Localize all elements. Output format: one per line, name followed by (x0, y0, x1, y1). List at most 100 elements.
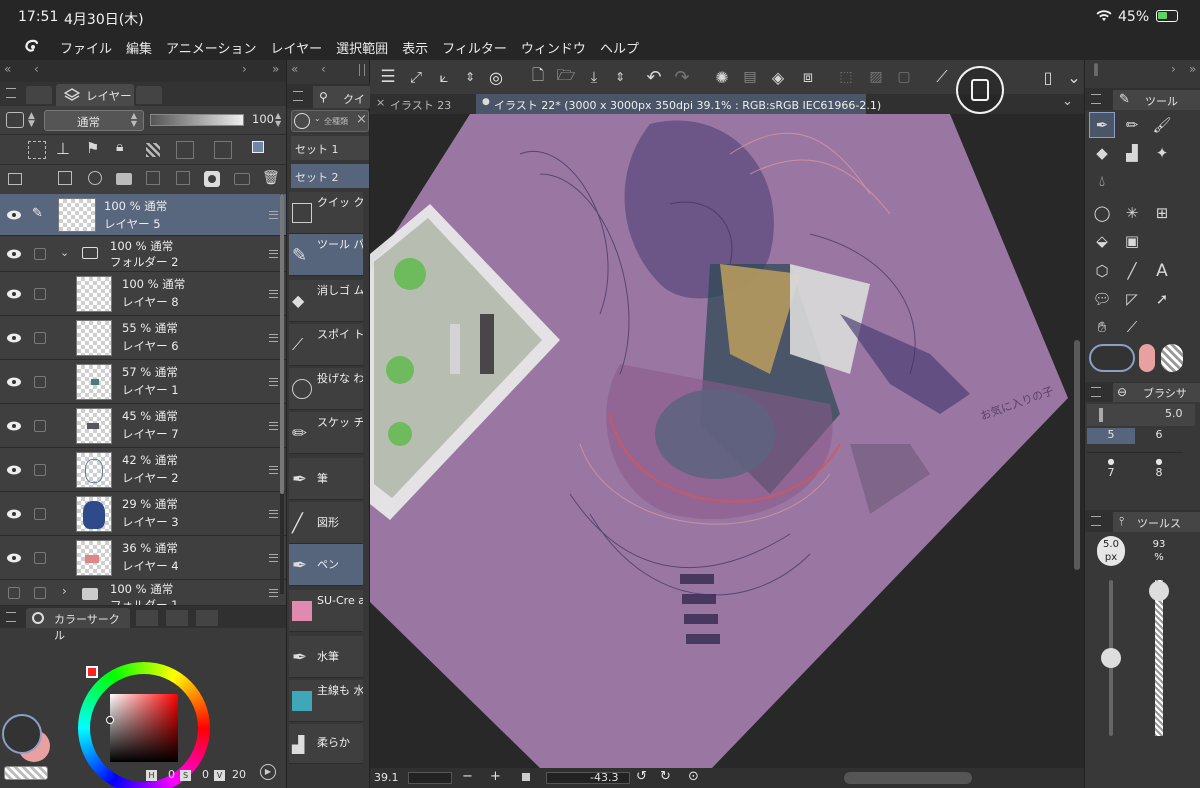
loading-spinner-icon[interactable]: ✺ (708, 63, 736, 91)
fill-tool-icon[interactable]: ⬙ (1089, 228, 1115, 254)
menu-layer[interactable]: レイヤー (271, 38, 323, 57)
layer-checkbox[interactable] (34, 375, 46, 388)
main-color-chip[interactable] (1089, 344, 1135, 372)
chevron-down-icon[interactable]: ⌄ (60, 246, 69, 259)
layer-checkbox[interactable] (34, 287, 46, 300)
stepper-icon[interactable]: ▲ ▼ (28, 112, 35, 129)
zoom-out-icon[interactable]: − (462, 769, 473, 784)
panel-menu-icon[interactable] (1091, 516, 1101, 526)
lock-icon[interactable]: 🔒︎ (116, 139, 123, 155)
rotate-left-icon[interactable]: ↺ (636, 769, 647, 784)
layer-color-icon[interactable] (6, 112, 24, 128)
tab-color-set-icon[interactable] (166, 610, 188, 626)
grip-icon[interactable]: ‖ (1093, 62, 1099, 76)
close-tab-icon[interactable]: × (376, 96, 385, 109)
device-icon[interactable]: ▯ (1034, 63, 1062, 91)
layer-row[interactable]: 29 % 通常 レイヤー 3 (0, 492, 286, 536)
layer-color-swatch-icon[interactable] (252, 141, 264, 153)
tabs-dropdown-icon[interactable]: ⌄ (1062, 94, 1073, 109)
play-icon[interactable]: ▶ (260, 764, 276, 780)
row-menu-icon[interactable] (269, 289, 278, 298)
chevron-left-icon[interactable]: ‹ (34, 62, 39, 76)
folder-row[interactable]: ⌄ 100 % 通常 フォルダー 2 (0, 236, 286, 272)
eye-icon[interactable] (6, 208, 22, 222)
slider-handle[interactable] (1099, 408, 1103, 422)
tab-layer-property-icon[interactable] (136, 86, 162, 104)
set-2[interactable]: セット 2 (291, 164, 369, 188)
folder-row[interactable]: › 100 % 通常 フォルダー 1 (0, 580, 286, 606)
reference-icon[interactable]: ⚑ (86, 139, 99, 157)
layer-row[interactable]: ✎ 100 % 通常 レイヤー 5 (0, 194, 286, 236)
row-menu-icon[interactable] (269, 333, 278, 342)
opacity-slider[interactable] (150, 114, 244, 126)
menu-edit[interactable]: 編集 (126, 38, 152, 57)
palette-item-tool-palette[interactable]: ✎ ツール パレットを (289, 234, 363, 276)
text-tool-icon[interactable]: A (1149, 258, 1175, 284)
row-menu-icon[interactable] (269, 421, 278, 430)
transform-icon[interactable]: ⟀ (430, 63, 458, 91)
mask-off-icon[interactable] (214, 141, 232, 159)
size-slider-handle[interactable] (1101, 648, 1121, 668)
panel-menu-icon[interactable] (6, 612, 16, 622)
pencil-tool-icon[interactable]: ✏ (1119, 112, 1145, 138)
ruler-snap-icon[interactable]: ⟋ (928, 63, 956, 91)
sub-color-chip[interactable] (1139, 344, 1155, 372)
layer-row[interactable]: 45 % 通常 レイヤー 7 (0, 404, 286, 448)
tab-layer[interactable]: レイヤー (56, 84, 134, 106)
line-tool-icon[interactable]: ╱ (1119, 258, 1145, 284)
open-folder-icon[interactable]: 🗁︎ (552, 63, 580, 91)
airbrush-tool-icon[interactable]: ▟ (1119, 140, 1145, 166)
transparent-color-swatch[interactable] (4, 766, 48, 780)
fit-screen-icon[interactable]: ⤢ (402, 63, 430, 91)
palette-item-water-brush[interactable]: ✒ 水筆 (289, 636, 363, 678)
mask-add-icon[interactable] (204, 171, 220, 187)
row-menu-icon[interactable] (269, 249, 278, 258)
eye-icon[interactable] (6, 331, 22, 345)
opacity-slider-handle[interactable] (1149, 580, 1169, 601)
layer-checkbox[interactable] (34, 551, 46, 564)
panel-menu-icon[interactable] (293, 91, 303, 101)
tab-document-22[interactable]: ● イラスト 22* (3000 x 3000px 350dpi 39.1% :… (476, 94, 881, 114)
3d-object-tool-icon[interactable]: ⬡ (1089, 258, 1115, 284)
opacity-value[interactable]: 100 (252, 112, 274, 126)
stepper-icon[interactable]: ⇕ (456, 63, 484, 91)
brush-tool-icon[interactable]: 🖌︎ (1149, 112, 1175, 138)
collapse-right-icon[interactable]: » (272, 62, 279, 76)
row-menu-icon[interactable] (269, 377, 278, 386)
vertical-scrollbar[interactable] (1074, 340, 1080, 570)
palette-item-shape[interactable]: ╱ 図形 (289, 502, 363, 544)
opacity-slider-track[interactable] (1155, 580, 1163, 736)
panel-menu-icon[interactable] (6, 88, 16, 98)
eye-icon[interactable] (6, 287, 22, 301)
artwork-canvas[interactable]: お気に入りの子 (370, 114, 1076, 768)
row-menu-icon[interactable] (269, 210, 278, 219)
palette-item-eraser[interactable]: ◆ 消しゴ ム (289, 280, 363, 322)
layer-row[interactable]: 100 % 通常 レイヤー 8 (0, 272, 286, 316)
hamburger-menu-icon[interactable]: ☰ (374, 63, 402, 91)
clip-studio-logo-icon[interactable] (18, 38, 46, 56)
layer-row[interactable]: 55 % 通常 レイヤー 6 (0, 316, 286, 360)
lasso-tool-icon[interactable]: ◯ (1089, 200, 1115, 226)
gradient-tool-icon[interactable]: ▣ (1119, 228, 1145, 254)
layer-checkbox[interactable] (34, 247, 46, 260)
blend-tool-icon[interactable]: 💧︎ (1089, 168, 1115, 194)
palette-item-brush[interactable]: ✒ 筆 (289, 458, 363, 500)
menu-filter[interactable]: フィルター (442, 38, 507, 57)
row-menu-icon[interactable] (269, 465, 278, 474)
operation-tool-icon[interactable]: ➚ (1149, 286, 1175, 312)
tab-document-23[interactable]: イラスト 23 (390, 97, 451, 113)
chevron-right-icon[interactable]: › (1171, 62, 1176, 76)
eye-icon[interactable] (6, 507, 22, 521)
layer-checkbox[interactable] (34, 331, 46, 344)
canvas-rotate-button[interactable] (956, 66, 1004, 114)
brush-size-5[interactable]: 5 (1087, 428, 1135, 444)
clear-icon[interactable]: ▤ (736, 63, 764, 91)
layer-row[interactable]: 57 % 通常 レイヤー 1 (0, 360, 286, 404)
tab-intermediate-color-icon[interactable] (196, 610, 218, 626)
undo-icon[interactable]: ↶ (640, 63, 668, 91)
zoom-in-icon[interactable]: + (490, 769, 501, 784)
layer-checkbox[interactable] (34, 586, 46, 599)
menu-selection[interactable]: 選択範囲 (336, 38, 388, 57)
hue-handle[interactable] (86, 666, 98, 678)
tab-brush-size[interactable]: ⊖ ブラシサ (1113, 383, 1200, 402)
